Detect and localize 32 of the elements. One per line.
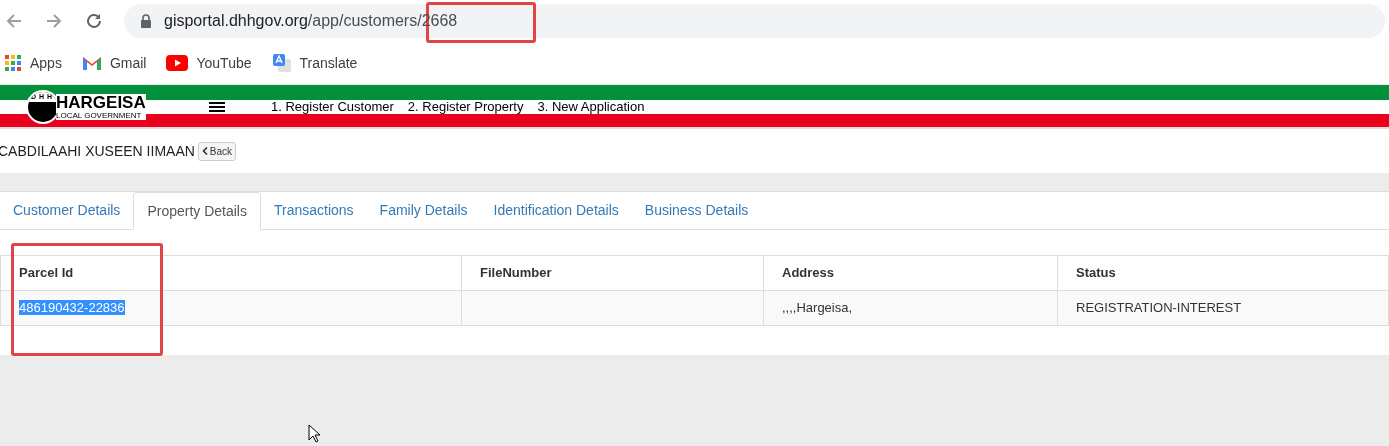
nav-link[interactable]: 1. Register Customer: [271, 97, 394, 117]
lock-icon: [140, 14, 152, 28]
mail-icon: [81, 55, 102, 71]
mouse-cursor-icon: [308, 424, 321, 443]
bookmark-link[interactable]: Translate: [271, 52, 358, 74]
table-cell: REGISTRATION-INTEREST: [1057, 290, 1389, 326]
column-header: Parcel Id: [0, 255, 462, 291]
back-button[interactable]: Back: [197, 141, 237, 161]
bookmark-link[interactable]: Gmail: [81, 52, 147, 74]
chevron-left-icon: [201, 147, 208, 155]
tab[interactable]: Customer Details: [0, 191, 134, 229]
table-cell: ,,,,Hargeisa,: [763, 290, 1058, 326]
menu-icon[interactable]: [209, 102, 225, 112]
tab[interactable]: Business Details: [631, 191, 762, 229]
translate-icon: [271, 53, 292, 73]
tab[interactable]: Identification Details: [480, 191, 632, 229]
column-header: Address: [763, 255, 1058, 291]
column-header: FileNumber: [461, 255, 764, 291]
reload-icon[interactable]: [84, 11, 104, 31]
table-cell: 486190432-22836: [19, 300, 125, 316]
nav-link[interactable]: 2. Register Property: [407, 97, 524, 117]
tab[interactable]: Family Details: [366, 191, 481, 229]
tab[interactable]: Property Details: [133, 192, 261, 230]
bookmark-link[interactable]: YouTube: [166, 52, 252, 74]
nav-link[interactable]: 3. New Application: [537, 97, 645, 117]
apps-grid-icon: [4, 54, 22, 72]
logo-subtitle: LOCAL GOVERNMENT: [56, 111, 146, 120]
tab[interactable]: Transactions: [260, 191, 367, 229]
logo-title: HARGEISA: [56, 94, 146, 111]
play-icon: [166, 55, 189, 71]
bookmark-link[interactable]: Apps: [4, 52, 62, 74]
column-header: Status: [1057, 255, 1389, 291]
